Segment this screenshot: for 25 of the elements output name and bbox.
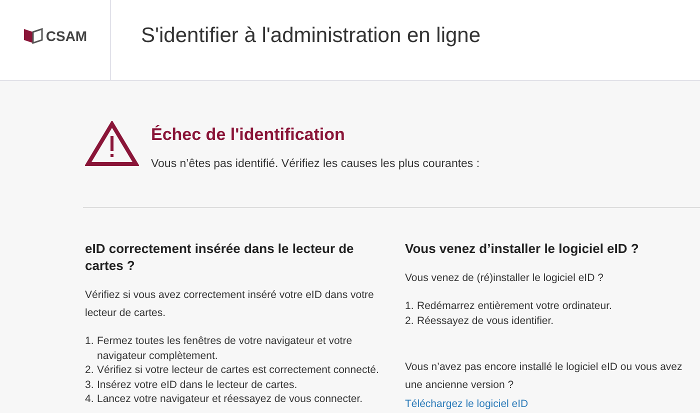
step-number: 2. [85,363,95,378]
warning-icon [85,121,139,167]
step-number: 2. [405,314,415,328]
page-title: S'identifier à l'administration en ligne [140,23,481,49]
logo-text: CSAM [46,28,88,44]
alert-title: Échec de l'identification [151,125,346,145]
logo-icon [22,28,43,44]
alert-message: Vous n’êtes pas identifié. Vérifiez les causes les plus courantes : [151,158,480,170]
step-number: 1. [85,334,95,349]
step-text: Fermez toutes les fenêtres de votre navigateur et votre navigateur complètement. [97,334,354,363]
step-number: 4. [85,392,95,406]
step-number: 3. [85,378,95,392]
section-text: Vous venez de (ré)installer le logiciel eID ? [405,271,604,286]
section-text: Vous n’avez pas encore installé le logiciel eID ou vous avez une ancienne version ? [405,360,684,393]
section-text: Vérifiez si vous avez correctement inséré votre eID dans votre lecteur de cartes. [85,288,375,321]
section-heading: Vous venez d’installer le logiciel eID ? [405,240,640,257]
step-text: Réessayez de vous identifier. [417,314,554,328]
download-link[interactable]: Téléchargez le logiciel eID [405,397,528,412]
step-number: 1. [405,299,415,314]
step-text: Vérifiez si votre lecteur de cartes est correctement connecté. [97,363,379,378]
section-heading: eID correctement insérée dans le lecteur de cartes ? [85,240,355,274]
step-text: Insérez votre eID dans le lecteur de cartes. [97,378,298,392]
step-text: Redémarrez entièrement votre ordinateur. [417,299,612,314]
step-text: Lancez votre navigateur et réessayez de vous connecter. [97,392,363,406]
logo[interactable]: CSAM [22,28,88,44]
